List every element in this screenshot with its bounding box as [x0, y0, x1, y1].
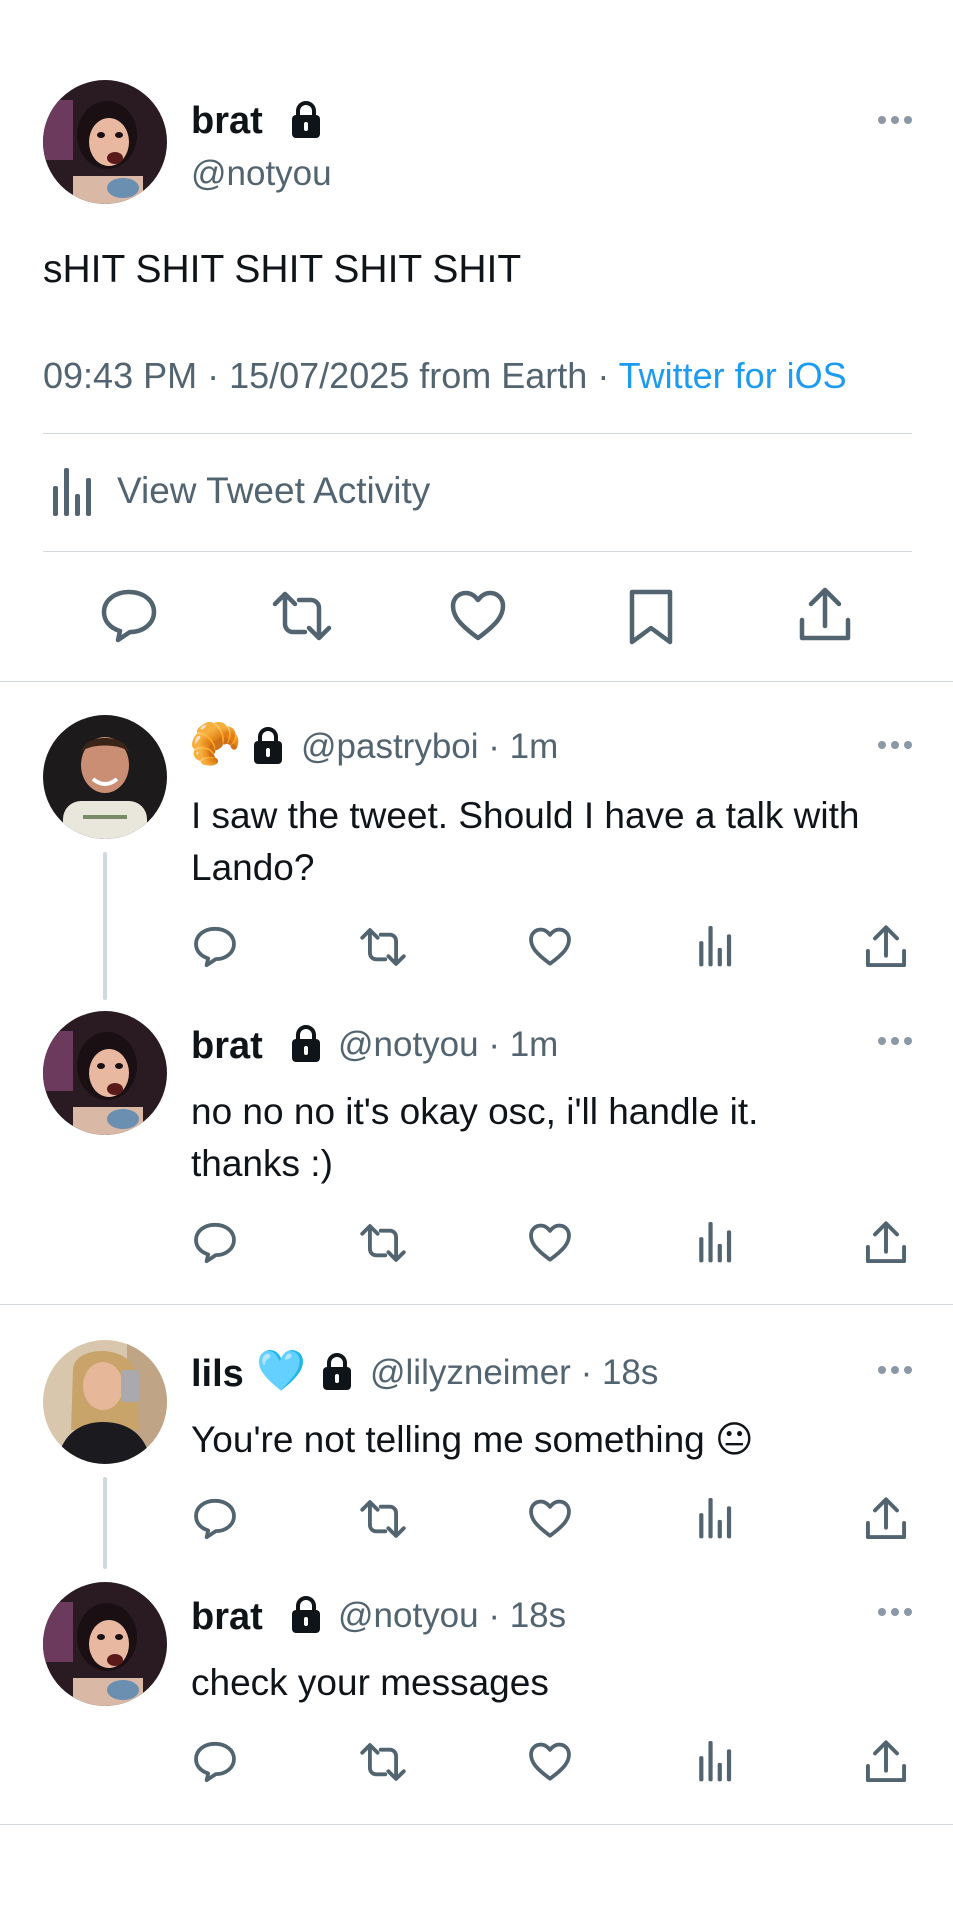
- reply-icon[interactable]: [100, 588, 158, 644]
- avatar-brat[interactable]: [43, 1582, 167, 1706]
- retweet-icon[interactable]: [359, 1499, 407, 1539]
- lock-icon: [254, 727, 282, 764]
- user-emoji: 🥐: [189, 720, 242, 767]
- reply-icon[interactable]: [193, 1497, 237, 1541]
- reply-action-bar: [0, 1218, 953, 1268]
- more-options-icon[interactable]: [877, 740, 913, 750]
- like-icon[interactable]: [528, 927, 572, 967]
- timestamp: 09:43 PM · 15/07/2025 from Earth: [43, 355, 588, 396]
- share-icon[interactable]: [864, 1739, 908, 1785]
- author-name[interactable]: brat: [191, 1027, 263, 1065]
- section-divider: [0, 681, 953, 682]
- like-icon[interactable]: [528, 1742, 572, 1782]
- lock-icon: [292, 1025, 320, 1062]
- more-options-icon[interactable]: [877, 115, 913, 125]
- reply-text: You're not telling me something: [191, 1419, 705, 1460]
- more-options-icon[interactable]: [877, 1607, 913, 1617]
- text-emoji: 😐: [715, 1419, 754, 1460]
- share-icon[interactable]: [797, 586, 853, 644]
- views-icon[interactable]: [697, 926, 735, 968]
- author-name[interactable]: brat: [191, 102, 263, 140]
- bookmark-icon[interactable]: [626, 588, 676, 646]
- main-action-bar: [0, 580, 953, 650]
- views-icon[interactable]: [697, 1222, 735, 1264]
- author-handle[interactable]: @notyou: [191, 156, 332, 191]
- source-link[interactable]: Twitter for iOS: [619, 355, 847, 396]
- reply-icon[interactable]: [193, 1221, 237, 1265]
- retweet-icon[interactable]: [359, 927, 407, 967]
- tweet-meta: 09:43 PM · 15/07/2025 from Earth · Twitt…: [43, 354, 847, 398]
- reply-text-line: You're not telling me something 😐: [191, 1414, 754, 1466]
- reply-text-line: check your messages: [191, 1662, 549, 1703]
- section-divider: [0, 1304, 953, 1305]
- avatar-lils[interactable]: [43, 1340, 167, 1464]
- reply-icon[interactable]: [193, 1740, 237, 1784]
- retweet-icon[interactable]: [271, 590, 333, 642]
- avatar-brat[interactable]: [43, 80, 167, 204]
- user-emoji: 🩵: [256, 1349, 306, 1393]
- share-icon[interactable]: [864, 1220, 908, 1266]
- like-icon[interactable]: [449, 590, 507, 642]
- more-options-icon[interactable]: [877, 1036, 913, 1046]
- bar-chart-icon: [53, 468, 91, 516]
- views-icon[interactable]: [697, 1741, 735, 1783]
- tweet-text: sHIT SHIT SHIT SHIT SHIT: [43, 248, 522, 291]
- like-icon[interactable]: [528, 1499, 572, 1539]
- reply-action-bar: [0, 922, 953, 972]
- share-icon[interactable]: [864, 1496, 908, 1542]
- retweet-icon[interactable]: [359, 1223, 407, 1263]
- reply-handle-meta[interactable]: @notyou · 1m: [338, 1027, 558, 1062]
- views-icon[interactable]: [697, 1498, 735, 1540]
- lock-icon: [292, 101, 320, 138]
- reply-icon[interactable]: [193, 925, 237, 969]
- reply-text-line: thanks :): [191, 1143, 333, 1184]
- retweet-icon[interactable]: [359, 1742, 407, 1782]
- reply-action-bar: [0, 1494, 953, 1544]
- share-icon[interactable]: [864, 924, 908, 970]
- avatar-brat[interactable]: [43, 1011, 167, 1135]
- divider: [43, 551, 912, 552]
- avatar-pastryboi[interactable]: [43, 715, 167, 839]
- reply-text-line: Lando?: [191, 847, 315, 888]
- more-options-icon[interactable]: [877, 1365, 913, 1375]
- like-icon[interactable]: [528, 1223, 572, 1263]
- reply-text-line: I saw the tweet. Should I have a talk wi…: [191, 795, 860, 836]
- author-name[interactable]: brat: [191, 1598, 263, 1636]
- author-name[interactable]: lils: [191, 1355, 244, 1393]
- view-tweet-activity[interactable]: View Tweet Activity: [43, 466, 912, 522]
- meta-separator: ·: [587, 355, 619, 396]
- reply-action-bar: [0, 1737, 953, 1787]
- reply-handle-meta[interactable]: @notyou · 18s: [338, 1598, 566, 1633]
- view-activity-label: View Tweet Activity: [117, 470, 431, 511]
- lock-icon: [323, 1353, 351, 1390]
- reply-handle-meta[interactable]: @lilyzneimer · 18s: [370, 1355, 658, 1390]
- section-divider: [0, 1824, 953, 1825]
- divider: [43, 433, 912, 434]
- reply-handle-meta[interactable]: @pastryboi · 1m: [301, 729, 558, 764]
- reply-text-line: no no no it's okay osc, i'll handle it.: [191, 1091, 759, 1132]
- lock-icon: [292, 1596, 320, 1633]
